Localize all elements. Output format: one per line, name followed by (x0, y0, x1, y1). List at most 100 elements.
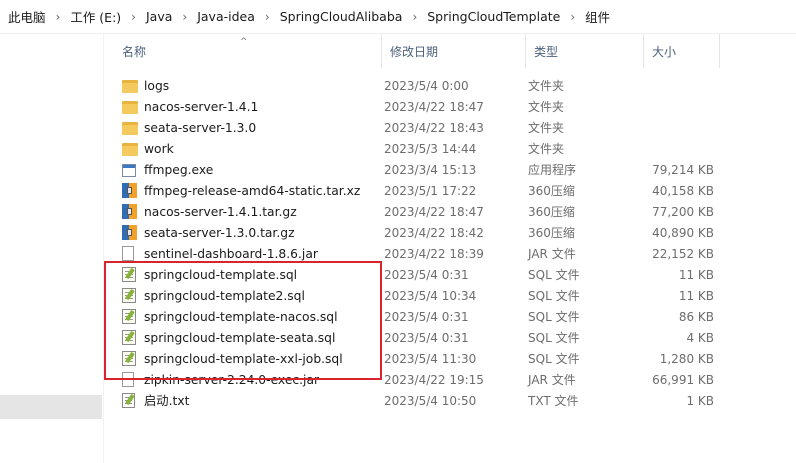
file-row[interactable]: seata-server-1.3.0.tar.gz 2023/4/22 18:4… (104, 223, 796, 244)
file-type: 360压缩 (528, 226, 575, 240)
file-name[interactable]: zipkin-server-2.24.0-exec.jar (144, 370, 319, 391)
file-row[interactable]: zipkin-server-2.24.0-exec.jar 2023/4/22 … (104, 370, 796, 391)
breadcrumb-current-folder[interactable]: 组件 (581, 7, 614, 26)
archive-icon (122, 204, 140, 221)
file-name[interactable]: 启动.txt (144, 391, 189, 412)
column-header-name[interactable]: 名称 (114, 34, 382, 68)
file-size: 40,890 KB (652, 226, 714, 240)
file-date: 2023/5/4 0:31 (384, 268, 469, 282)
file-date: 2023/5/3 14:44 (384, 142, 477, 156)
file-type: 360压缩 (528, 205, 575, 219)
file-type: JAR 文件 (528, 373, 576, 387)
file-date: 2023/4/22 18:42 (384, 226, 484, 240)
file-type: 应用程序 (528, 163, 577, 177)
file-row[interactable]: ffmpeg.exe 2023/3/4 15:13 应用程序 79,214 KB (104, 160, 796, 181)
column-header-size[interactable]: 大小 (644, 34, 720, 68)
sql-file-icon (122, 309, 140, 326)
breadcrumb-separator-icon[interactable]: › (259, 10, 276, 24)
file-row[interactable]: springcloud-template-xxl-job.sql 2023/5/… (104, 349, 796, 370)
file-name[interactable]: springcloud-template-nacos.sql (144, 307, 338, 328)
file-type: TXT 文件 (528, 394, 579, 408)
file-row[interactable]: springcloud-template-seata.sql 2023/5/4 … (104, 328, 796, 349)
file-date: 2023/4/22 19:15 (384, 373, 484, 387)
file-row[interactable]: work 2023/5/3 14:44 文件夹 (104, 139, 796, 160)
file-type: 360压缩 (528, 184, 575, 198)
file-size: 11 KB (678, 289, 714, 303)
file-name[interactable]: springcloud-template2.sql (144, 286, 305, 307)
file-name[interactable]: work (144, 139, 174, 160)
file-date: 2023/4/22 18:47 (384, 205, 484, 219)
file-type: 文件夹 (528, 121, 565, 135)
file-date: 2023/4/22 18:39 (384, 247, 484, 261)
breadcrumb-java[interactable]: Java (142, 9, 176, 24)
file-type: 文件夹 (528, 142, 565, 156)
file-name[interactable]: springcloud-template-xxl-job.sql (144, 349, 343, 370)
breadcrumb-drive[interactable]: 工作 (E:) (66, 7, 125, 26)
breadcrumb-springcloudalibaba[interactable]: SpringCloudAlibaba (276, 9, 407, 24)
txt-file-icon (122, 393, 140, 410)
file-date: 2023/5/4 10:50 (384, 394, 477, 408)
folder-icon (122, 99, 140, 116)
file-date: 2023/3/4 15:13 (384, 163, 477, 177)
file-size: 40,158 KB (652, 184, 714, 198)
file-row[interactable]: springcloud-template-nacos.sql 2023/5/4 … (104, 307, 796, 328)
folder-icon (122, 78, 140, 95)
breadcrumb-separator-icon[interactable]: › (564, 10, 581, 24)
file-row[interactable]: nacos-server-1.4.1.tar.gz 2023/4/22 18:4… (104, 202, 796, 223)
sql-file-icon (122, 288, 140, 305)
column-header-type[interactable]: 类型 (526, 34, 644, 68)
file-date: 2023/5/4 11:30 (384, 352, 477, 366)
file-type: JAR 文件 (528, 247, 576, 261)
breadcrumb-this-pc[interactable]: 此电脑 (4, 7, 50, 26)
file-row[interactable]: 启动.txt 2023/5/4 10:50 TXT 文件 1 KB (104, 391, 796, 412)
file-row[interactable]: logs 2023/5/4 0:00 文件夹 (104, 76, 796, 97)
file-row[interactable]: seata-server-1.3.0 2023/4/22 18:43 文件夹 (104, 118, 796, 139)
jar-file-icon (122, 372, 140, 389)
jar-file-icon (122, 246, 140, 263)
file-name[interactable]: logs (144, 76, 169, 97)
file-row[interactable]: springcloud-template2.sql 2023/5/4 10:34… (104, 286, 796, 307)
file-size: 86 KB (678, 310, 714, 324)
file-date: 2023/4/22 18:47 (384, 100, 484, 114)
file-size: 1,280 KB (659, 352, 714, 366)
file-name[interactable]: ffmpeg.exe (144, 160, 213, 181)
navigation-pane[interactable] (0, 34, 104, 463)
sql-file-icon (122, 351, 140, 368)
breadcrumb-springcloudtemplate[interactable]: SpringCloudTemplate (423, 9, 564, 24)
file-date: 2023/5/1 17:22 (384, 184, 477, 198)
breadcrumb-java-idea[interactable]: Java-idea (193, 9, 259, 24)
file-name[interactable]: nacos-server-1.4.1.tar.gz (144, 202, 297, 223)
file-type: 文件夹 (528, 100, 565, 114)
file-name[interactable]: springcloud-template-seata.sql (144, 328, 335, 349)
file-list: logs 2023/5/4 0:00 文件夹 nacos-server-1.4.… (104, 76, 796, 412)
nav-selected-item[interactable] (0, 395, 102, 419)
file-row[interactable]: ffmpeg-release-amd64-static.tar.xz 2023/… (104, 181, 796, 202)
address-bar[interactable]: 此电脑 › 工作 (E:) › Java › Java-idea › Sprin… (0, 0, 796, 34)
breadcrumb-separator-icon[interactable]: › (406, 10, 423, 24)
file-type: 文件夹 (528, 79, 565, 93)
sql-file-icon (122, 267, 140, 284)
file-date: 2023/4/22 18:43 (384, 121, 484, 135)
breadcrumb-separator-icon[interactable]: › (176, 10, 193, 24)
file-name[interactable]: springcloud-template.sql (144, 265, 297, 286)
file-date: 2023/5/4 0:31 (384, 310, 469, 324)
column-header-date[interactable]: 修改日期 (382, 34, 526, 68)
file-name[interactable]: ffmpeg-release-amd64-static.tar.xz (144, 181, 360, 202)
file-name[interactable]: sentinel-dashboard-1.8.6.jar (144, 244, 318, 265)
file-size: 79,214 KB (652, 163, 714, 177)
file-row[interactable]: sentinel-dashboard-1.8.6.jar 2023/4/22 1… (104, 244, 796, 265)
breadcrumb-separator-icon[interactable]: › (125, 10, 142, 24)
file-row[interactable]: nacos-server-1.4.1 2023/4/22 18:47 文件夹 (104, 97, 796, 118)
file-name[interactable]: seata-server-1.3.0.tar.gz (144, 223, 295, 244)
file-row[interactable]: springcloud-template.sql 2023/5/4 0:31 S… (104, 265, 796, 286)
archive-icon (122, 183, 140, 200)
file-size: 66,991 KB (652, 373, 714, 387)
archive-icon (122, 225, 140, 242)
breadcrumb-separator-icon[interactable]: › (50, 10, 67, 24)
folder-icon (122, 141, 140, 158)
file-name[interactable]: nacos-server-1.4.1 (144, 97, 258, 118)
file-name[interactable]: seata-server-1.3.0 (144, 118, 256, 139)
file-date: 2023/5/4 0:00 (384, 79, 469, 93)
file-type: SQL 文件 (528, 268, 580, 282)
file-size: 11 KB (678, 268, 714, 282)
